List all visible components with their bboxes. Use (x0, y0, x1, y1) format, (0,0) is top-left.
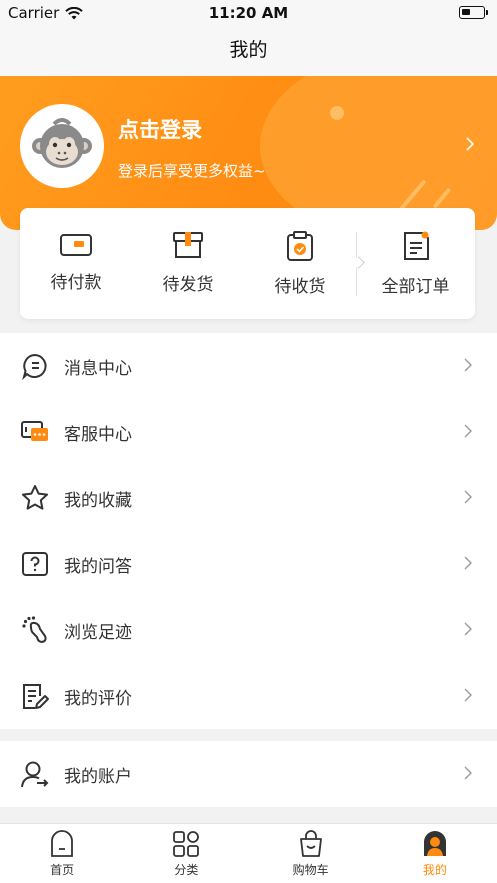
menu-item-label: 我的问答 (64, 556, 132, 577)
login-title[interactable]: 点击登录 (118, 114, 202, 144)
profile-icon (423, 831, 446, 856)
tab-profile[interactable]: 我的 (373, 824, 497, 883)
home-icon (51, 830, 74, 857)
orders-divider (356, 232, 357, 296)
menu-item-favorites[interactable]: 我的收藏 (0, 465, 497, 531)
clock: 11:20 AM (208, 4, 289, 22)
menu-group-main: 消息中心 客服中心 我的收藏 我的问答 浏览足迹 我的评价 (0, 333, 497, 729)
menu-item-reviews[interactable]: 我的评价 (0, 663, 497, 729)
chevron-right-icon (464, 490, 472, 504)
order-all[interactable]: 全部订单 (356, 208, 475, 319)
chevron-right-icon (464, 766, 472, 780)
decor-blob (260, 76, 497, 230)
menu-item-label: 我的收藏 (64, 490, 132, 511)
tab-label: 分类 (174, 863, 199, 877)
chevron-right-icon (464, 358, 472, 372)
menu-item-label: 我的评价 (64, 688, 132, 709)
menu-item-messages[interactable]: 消息中心 (0, 333, 497, 399)
cart-icon (299, 830, 322, 857)
chevron-right-icon (464, 424, 472, 438)
profile-header[interactable]: 点击登录 登录后享受更多权益~ (0, 76, 497, 230)
wallet-icon (60, 234, 92, 256)
avatar[interactable] (20, 104, 104, 188)
tab-home[interactable]: 首页 (0, 824, 124, 883)
customer-service-icon (20, 417, 50, 447)
tab-cart[interactable]: 购物车 (249, 824, 373, 883)
account-icon (20, 759, 50, 789)
menu-item-qa[interactable]: 我的问答 (0, 531, 497, 597)
chevron-right-icon[interactable] (465, 136, 475, 152)
chevron-right-icon (464, 688, 472, 702)
battery-icon (459, 6, 488, 19)
menu-item-label: 我的账户 (64, 766, 132, 787)
tab-label: 购物车 (292, 863, 329, 877)
menu-group-account: 我的账户 (0, 741, 497, 807)
order-pending-shipment[interactable]: 待发货 (132, 208, 244, 319)
page-title: 我的 (229, 39, 268, 61)
monkey-avatar-icon (32, 118, 92, 168)
menu-item-account[interactable]: 我的账户 (0, 741, 497, 807)
message-icon (20, 351, 50, 381)
category-icon (173, 831, 200, 857)
clipboard-check-icon (287, 231, 313, 261)
status-bar: Carrier 11:20 AM (0, 0, 497, 26)
tab-label: 首页 (50, 863, 75, 877)
box-icon (173, 232, 203, 258)
menu-item-footprints[interactable]: 浏览足迹 (0, 597, 497, 663)
chevron-right-icon (464, 556, 472, 570)
login-subtitle: 登录后享受更多权益~ (118, 162, 266, 180)
tab-category[interactable]: 分类 (124, 824, 248, 883)
decor-dot (330, 106, 344, 120)
document-icon (403, 231, 429, 260)
review-icon (20, 681, 50, 711)
star-icon (20, 483, 50, 513)
menu-item-label: 客服中心 (64, 424, 132, 445)
question-icon (20, 549, 50, 579)
order-label: 全部订单 (381, 277, 450, 297)
footprint-icon (20, 615, 50, 645)
order-pending-receipt[interactable]: 待收货 (244, 208, 356, 319)
order-label: 待收货 (274, 277, 326, 297)
nav-bar: 我的 (0, 26, 497, 76)
orders-card: 待付款 待发货 待收货 全部订单 (20, 208, 475, 319)
tab-bar: 首页 分类 购物车 我的 (0, 823, 497, 883)
menu-item-label: 浏览足迹 (64, 622, 132, 643)
order-pending-payment[interactable]: 待付款 (20, 208, 132, 319)
order-label: 待发货 (162, 275, 214, 295)
menu-item-customer-service[interactable]: 客服中心 (0, 399, 497, 465)
menu-item-label: 消息中心 (64, 358, 132, 379)
tab-label: 我的 (422, 863, 447, 877)
chevron-right-icon (464, 622, 472, 636)
order-label: 待付款 (50, 273, 102, 293)
